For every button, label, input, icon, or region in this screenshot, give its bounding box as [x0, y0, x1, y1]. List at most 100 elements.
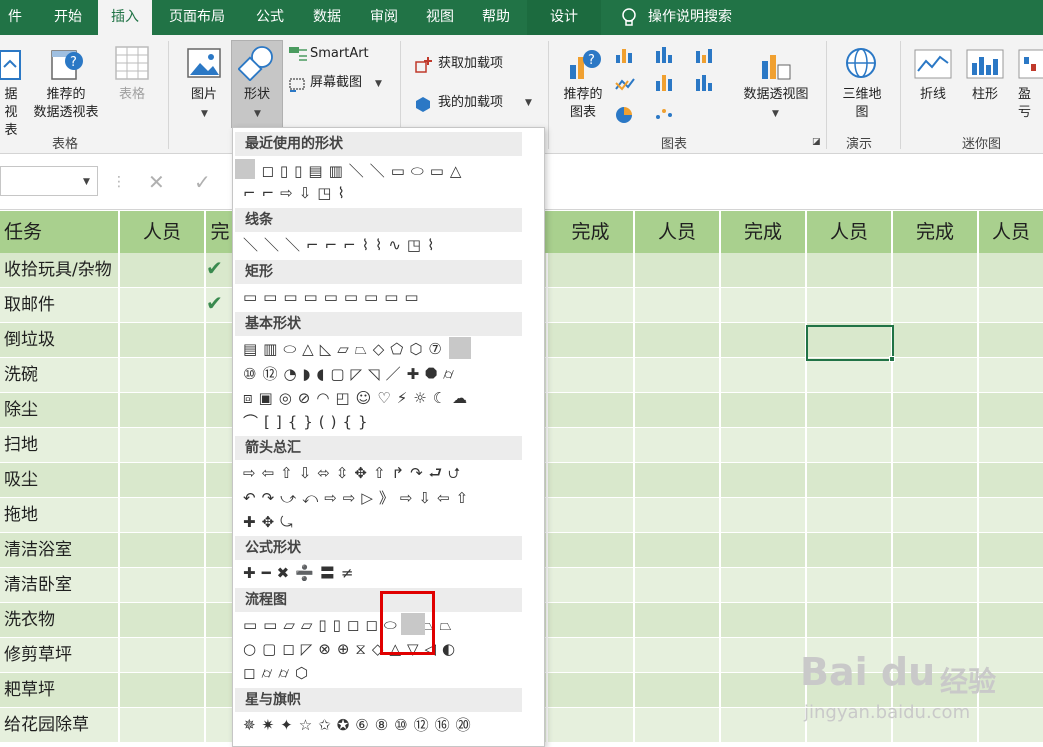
grid-cell[interactable]	[120, 708, 206, 742]
grid-cell[interactable]	[120, 323, 206, 357]
grid-cell[interactable]	[807, 463, 893, 497]
task-cell[interactable]: 扫地	[0, 428, 120, 462]
task-cell[interactable]: 清洁卧室	[0, 568, 120, 602]
grid-cell[interactable]	[893, 323, 979, 357]
arrows-row[interactable]: ⇨⇦⇧⇩⬄⇳✥⇧↱↷⮐⮍	[243, 462, 466, 484]
task-cell[interactable]: 吸尘	[0, 463, 120, 497]
grid-cell[interactable]	[979, 323, 1043, 357]
grid-cell[interactable]	[635, 463, 721, 497]
task-cell[interactable]: 倒垃圾	[0, 323, 120, 357]
charts-dialog-launcher-icon[interactable]: ◪	[812, 137, 821, 147]
grid-cell[interactable]	[893, 393, 979, 427]
grid-cell[interactable]	[635, 288, 721, 322]
grid-cell[interactable]	[979, 358, 1043, 392]
grid-cell[interactable]	[721, 323, 807, 357]
table-button[interactable]: 表格	[112, 86, 152, 104]
equation-row[interactable]: ✚━✖➗〓≠	[243, 562, 359, 584]
grid-cell[interactable]	[893, 498, 979, 532]
smartart-button[interactable]: SmartArt	[310, 44, 369, 64]
grid-cell[interactable]	[893, 253, 979, 287]
grid-cell[interactable]	[120, 358, 206, 392]
grid-cell[interactable]	[979, 568, 1043, 602]
sparkline-winloss-button[interactable]: 盈亏	[1018, 86, 1043, 122]
grid-cell[interactable]	[635, 673, 721, 707]
recent-shapes-row[interactable]: ⌐⌐⇨⇩◳⌇	[243, 182, 351, 204]
hexagon-shape-selected[interactable]	[449, 337, 471, 359]
grid-cell[interactable]	[807, 568, 893, 602]
grid-cell[interactable]	[721, 708, 807, 742]
task-cell[interactable]: 收拾玩具/杂物	[0, 253, 120, 287]
tab-data[interactable]: 数据	[299, 0, 355, 35]
grid-cell[interactable]	[893, 288, 979, 322]
tab-review[interactable]: 审阅	[356, 0, 412, 35]
grid-cell[interactable]	[893, 358, 979, 392]
3d-map-button[interactable]: 三维地 图	[834, 86, 890, 122]
grid-cell[interactable]	[120, 568, 206, 602]
grid-cell[interactable]	[807, 288, 893, 322]
task-cell[interactable]: 修剪草坪	[0, 638, 120, 672]
grid-cell[interactable]	[893, 533, 979, 567]
grid-cell[interactable]	[635, 603, 721, 637]
grid-cell[interactable]	[548, 498, 635, 532]
enter-icon[interactable]: ✓	[194, 170, 211, 194]
grid-cell[interactable]	[807, 253, 893, 287]
task-cell[interactable]: 取邮件	[0, 288, 120, 322]
grid-cell[interactable]	[721, 673, 807, 707]
grid-cell[interactable]	[807, 603, 893, 637]
header-done[interactable]: 完成	[721, 211, 807, 253]
header-person[interactable]: 人员	[979, 211, 1043, 253]
get-addins-button[interactable]: 获取加载项	[438, 54, 503, 74]
grid-cell[interactable]	[548, 358, 635, 392]
grid-cell[interactable]	[120, 638, 206, 672]
grid-cell[interactable]	[807, 533, 893, 567]
grid-cell[interactable]	[893, 603, 979, 637]
grid-cell[interactable]	[548, 428, 635, 462]
grid-cell[interactable]	[548, 533, 635, 567]
grid-cell[interactable]	[635, 428, 721, 462]
grid-cell[interactable]	[893, 428, 979, 462]
grid-cell[interactable]	[721, 428, 807, 462]
lines-row[interactable]: ＼＼＼⌐⌐⌐⌇⌇∿◳⌇	[243, 234, 440, 256]
grid-cell[interactable]	[120, 393, 206, 427]
task-cell[interactable]: 除尘	[0, 393, 120, 427]
screenshot-button[interactable]: 屏幕截图	[310, 73, 362, 93]
sparkline-column-button[interactable]: 柱形	[964, 86, 1006, 104]
grid-cell[interactable]	[548, 568, 635, 602]
grid-cell[interactable]	[807, 393, 893, 427]
picture-button[interactable]: 图片	[182, 86, 226, 104]
grid-cell[interactable]	[120, 428, 206, 462]
grid-cell[interactable]	[120, 533, 206, 567]
tab-home[interactable]: 开始	[40, 0, 96, 35]
grid-cell[interactable]	[548, 708, 635, 742]
recent-shape-selected[interactable]	[235, 159, 255, 179]
tab-design[interactable]: 设计	[527, 0, 601, 35]
grid-cell[interactable]	[120, 603, 206, 637]
name-box-dropdown-icon[interactable]: ▼	[83, 177, 90, 187]
grid-cell[interactable]	[548, 673, 635, 707]
pivot-table-button[interactable]: 据 视表	[0, 86, 22, 140]
grid-cell[interactable]	[120, 673, 206, 707]
tab-view[interactable]: 视图	[412, 0, 468, 35]
grid-cell[interactable]	[721, 638, 807, 672]
stars-row[interactable]: ✵✷✦☆✩✪⑥⑧⑩⑫⑯⑳	[243, 714, 477, 736]
grid-cell[interactable]	[979, 603, 1043, 637]
grid-cell[interactable]	[807, 498, 893, 532]
task-cell[interactable]: 给花园除草	[0, 708, 120, 742]
basic-shapes-row[interactable]: ⌒[]{}(){}	[243, 411, 374, 433]
task-cell[interactable]: 拖地	[0, 498, 120, 532]
grid-cell[interactable]	[120, 288, 206, 322]
grid-cell[interactable]	[979, 533, 1043, 567]
grid-cell[interactable]	[635, 568, 721, 602]
grid-cell[interactable]	[721, 253, 807, 287]
grid-cell[interactable]	[721, 393, 807, 427]
grid-cell[interactable]	[635, 533, 721, 567]
my-addins-button[interactable]: 我的加载项	[438, 93, 503, 113]
task-cell[interactable]: 洗衣物	[0, 603, 120, 637]
grid-cell[interactable]	[120, 463, 206, 497]
grid-cell[interactable]	[635, 638, 721, 672]
rectangles-row[interactable]: ▭▭▭▭▭▭▭▭▭	[243, 286, 425, 308]
grid-cell[interactable]	[548, 638, 635, 672]
grid-cell[interactable]	[721, 288, 807, 322]
header-person[interactable]: 人员	[807, 211, 893, 253]
grid-cell[interactable]	[548, 393, 635, 427]
